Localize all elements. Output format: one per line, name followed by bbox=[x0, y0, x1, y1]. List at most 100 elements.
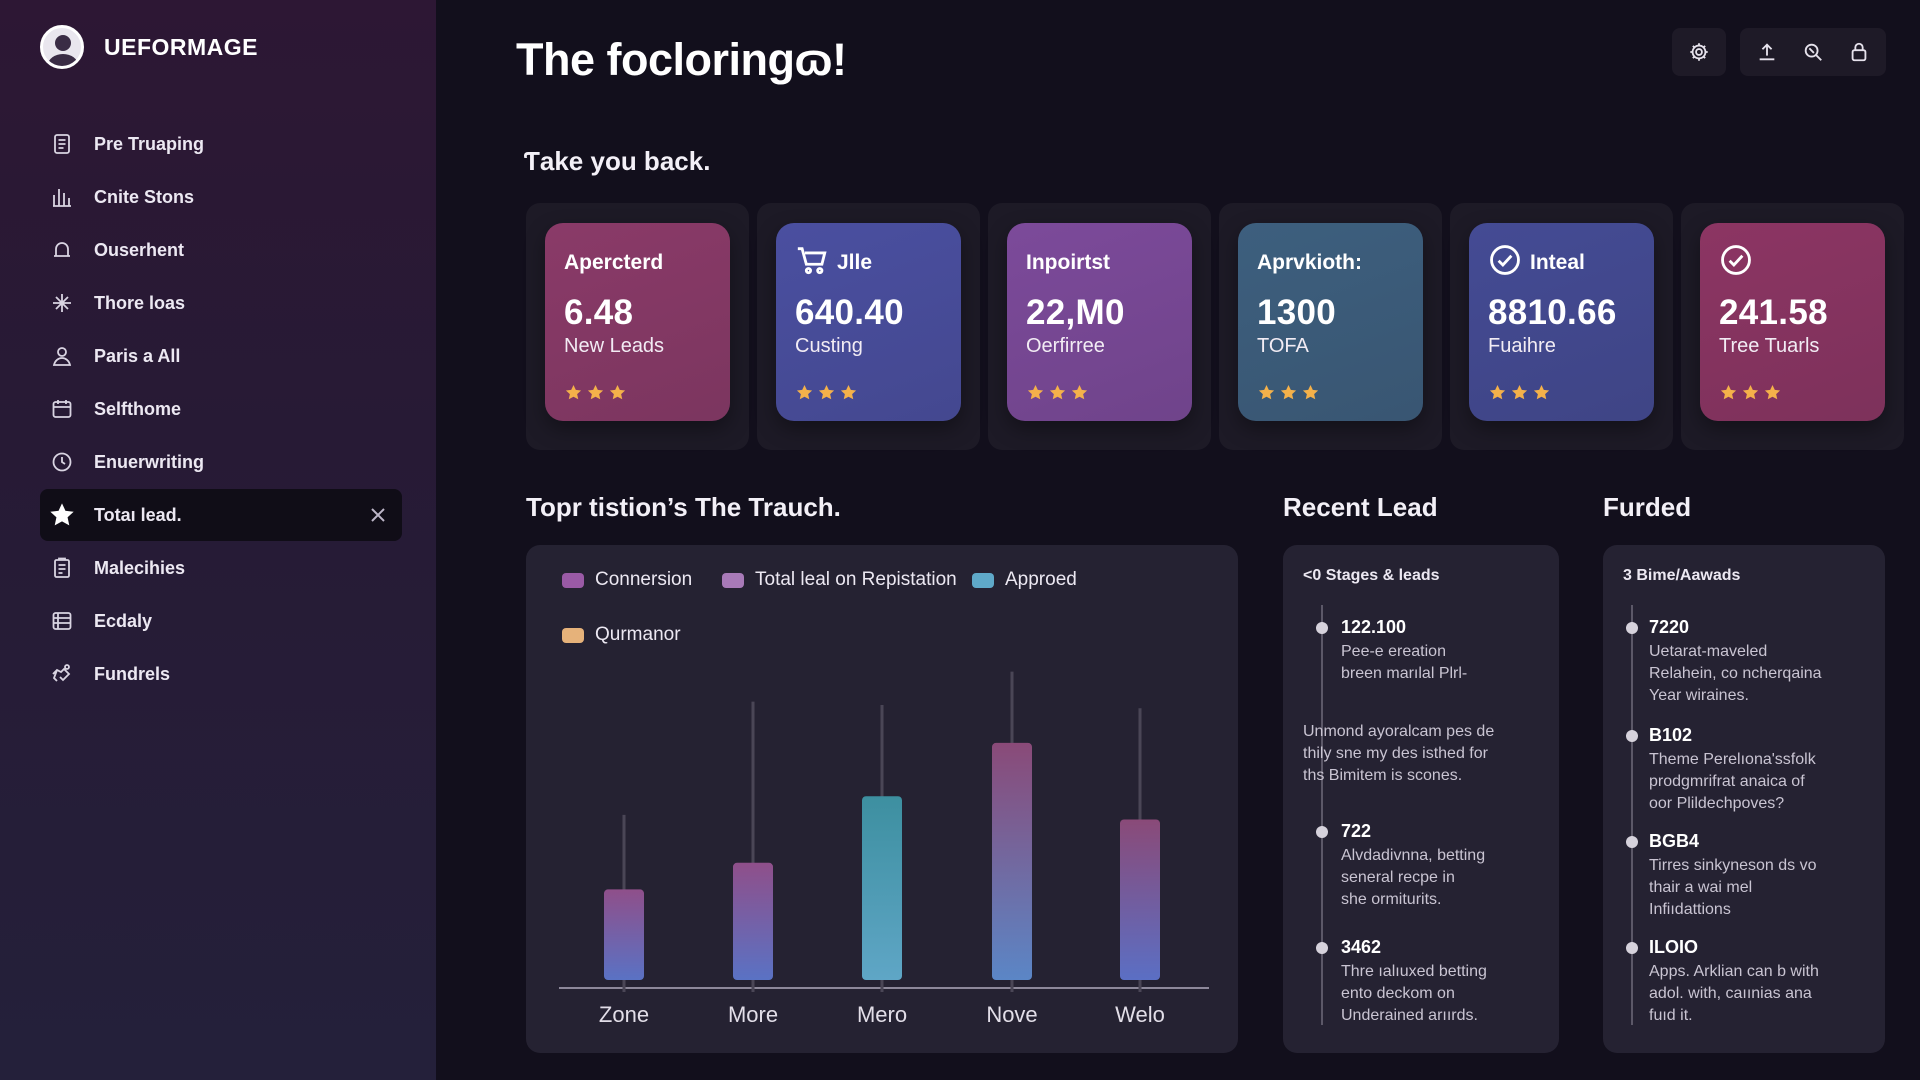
avatar[interactable] bbox=[40, 25, 84, 69]
sidebar-item-3[interactable]: Thore loas bbox=[40, 277, 402, 329]
timeline-text: thair a wai mel bbox=[1649, 879, 1753, 896]
sidebar-item-4[interactable]: Paris a All bbox=[40, 330, 402, 382]
timeline-text: prodgmrifrat anaica of bbox=[1649, 773, 1805, 790]
sidebar: UEFORMAGE Pre Truaping Cnite Stons Ouserhe… bbox=[0, 0, 436, 1080]
brand-name: UEFORMAGE bbox=[104, 33, 258, 60]
x-tick-label: Welo bbox=[1115, 1002, 1165, 1027]
app-window: UEFORMAGE Pre Truaping Cnite Stons Ouserhe… bbox=[0, 0, 1920, 1080]
kpi-card-value: 1300 bbox=[1257, 293, 1337, 332]
star-icon bbox=[1719, 383, 1738, 407]
kpi-card[interactable]: Apercterd 6.48 New Leads bbox=[545, 223, 730, 421]
sidebar-item-2[interactable]: Ouserhent bbox=[40, 224, 402, 276]
timeline-value: 722 bbox=[1341, 821, 1372, 841]
sidebar-item-label: Enuerwriting bbox=[94, 451, 205, 472]
star-icon bbox=[50, 503, 74, 527]
star-icon bbox=[1488, 383, 1507, 407]
clock-icon bbox=[50, 450, 74, 474]
settings-icon bbox=[1690, 43, 1708, 61]
star-icon bbox=[586, 383, 605, 407]
kpi-card-value: 22,M0 bbox=[1026, 293, 1125, 332]
timeline-text: Unmond ayoralcam pes de bbox=[1303, 723, 1495, 740]
star-icon bbox=[608, 383, 627, 407]
sidebar-item-0[interactable]: Pre Truaping bbox=[40, 118, 402, 170]
kpi-card-header: Inpoirtst bbox=[1026, 247, 1174, 279]
settings-button[interactable] bbox=[1678, 32, 1720, 72]
user-icon bbox=[50, 344, 74, 368]
search-zoom-button[interactable] bbox=[1792, 32, 1834, 72]
toolbar bbox=[1672, 28, 1886, 76]
kpi-card-value: 6.48 bbox=[564, 293, 634, 332]
chart-bar[interactable] bbox=[862, 796, 902, 980]
x-tick-label: More bbox=[728, 1002, 778, 1027]
sidebar-item-9[interactable]: Ecdaly bbox=[40, 595, 402, 647]
toolbar-group-actions bbox=[1740, 28, 1886, 76]
sidebar-item-5[interactable]: Selfthome bbox=[40, 383, 402, 435]
chart-bar[interactable] bbox=[733, 862, 773, 980]
star-icon bbox=[1741, 383, 1760, 407]
chart-bar[interactable] bbox=[604, 889, 644, 980]
x-tick-label: Zone bbox=[599, 1002, 649, 1027]
check-circle-icon bbox=[1488, 243, 1522, 283]
kpi-card-label: TOFA bbox=[1257, 335, 1309, 357]
star-icon bbox=[564, 383, 583, 407]
sidebar-item-1[interactable]: Cnite Stons bbox=[40, 171, 402, 223]
sidebar-item-label: Cnite Stons bbox=[94, 186, 195, 207]
sidebar-item-label: Ecdaly bbox=[94, 610, 153, 631]
x-tick-label: Mero bbox=[857, 1002, 907, 1027]
cart-icon bbox=[795, 243, 829, 283]
chart-bar[interactable] bbox=[992, 742, 1032, 980]
kpi-slot: 241.58 Tree Tuarls bbox=[1681, 203, 1904, 450]
sidebar-item-6[interactable]: Enuerwriting bbox=[40, 436, 402, 488]
kpi-card[interactable]: 241.58 Tree Tuarls bbox=[1700, 223, 1885, 421]
sidebar-item-label: Totaı lead. bbox=[94, 504, 182, 525]
timeline-text: ento deckom on bbox=[1341, 985, 1455, 1002]
kpi-card-rating bbox=[795, 383, 858, 407]
lock-button[interactable] bbox=[1838, 32, 1880, 72]
star-icon bbox=[1763, 383, 1782, 407]
bar-chart: Zone More Mero Nove Welo bbox=[559, 671, 1209, 1027]
timeline-text: Underained arıırds. bbox=[1341, 1007, 1478, 1024]
sidebar-item-8[interactable]: Malecihies bbox=[40, 542, 402, 594]
kpi-card-header: Aprvkioth: bbox=[1257, 247, 1405, 279]
timeline-text: Thre ıalıuxed betting bbox=[1341, 963, 1487, 980]
star-icon bbox=[1279, 383, 1298, 407]
sidebar-item-label: Paris a All bbox=[94, 345, 181, 366]
kpi-card[interactable]: Jlle 640.40 Custing bbox=[776, 223, 961, 421]
brand[interactable]: UEFORMAGE bbox=[40, 25, 402, 69]
bar-chart-icon bbox=[50, 185, 74, 209]
kpi-card-rating bbox=[1488, 383, 1551, 407]
sidebar-item-10[interactable]: Fundrels bbox=[40, 648, 402, 700]
timeline-text: seneral recpe in bbox=[1341, 869, 1455, 886]
upload-button[interactable] bbox=[1746, 32, 1788, 72]
furded-panel: 3 Bime/Aawads 7220 Uetarat-maveled Relahein… bbox=[1603, 545, 1885, 1053]
timeline-text: breen marılal Plrl- bbox=[1341, 665, 1468, 682]
kpi-section-heading: Ƭake you back. bbox=[524, 146, 711, 176]
timeline-value: ILOIO bbox=[1649, 937, 1698, 957]
star-icon bbox=[795, 383, 814, 407]
timeline-dot bbox=[1626, 730, 1638, 742]
kpi-slot: Aprvkioth: 1300 TOFA bbox=[1219, 203, 1442, 450]
kpi-card-title: Inpoirtst bbox=[1026, 251, 1110, 274]
chart-panel: Connersion Total leal on Repistation Appro… bbox=[526, 545, 1238, 1053]
close-icon[interactable] bbox=[368, 505, 388, 525]
kpi-card-row: Apercterd 6.48 New Leads Jlle 640.40 Custing I… bbox=[526, 203, 1904, 450]
star-icon bbox=[1257, 383, 1276, 407]
kpi-card-title: Inteal bbox=[1530, 251, 1585, 274]
star-icon bbox=[1532, 383, 1551, 407]
search-zoom-icon bbox=[1804, 43, 1822, 61]
kpi-card-value: 640.40 bbox=[795, 293, 904, 332]
list-icon bbox=[50, 609, 74, 633]
kpi-card[interactable]: Inteal 8810.66 Fuaihre bbox=[1469, 223, 1654, 421]
timeline-value: BGB4 bbox=[1649, 831, 1700, 851]
kpi-card-header: Apercterd bbox=[564, 247, 712, 279]
star-icon bbox=[839, 383, 858, 407]
kpi-card-header: Inteal bbox=[1488, 245, 1636, 279]
chart-bar[interactable] bbox=[1120, 819, 1160, 981]
document-list-icon bbox=[50, 132, 74, 156]
timeline-text: oor Plildechpoves? bbox=[1649, 795, 1785, 812]
kpi-card[interactable]: Inpoirtst 22,M0 Oerfirree bbox=[1007, 223, 1192, 421]
timeline-text: Tirres sinkyneson ds vo bbox=[1649, 857, 1817, 874]
kpi-card[interactable]: Aprvkioth: 1300 TOFA bbox=[1238, 223, 1423, 421]
sidebar-item-7[interactable]: Totaı lead. bbox=[40, 489, 402, 541]
kpi-card-label: Tree Tuarls bbox=[1719, 335, 1820, 357]
